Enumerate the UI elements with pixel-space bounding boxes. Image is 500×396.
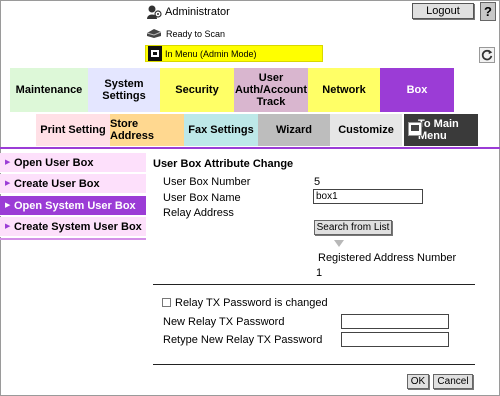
to-main-menu-button[interactable]: To Main Menu <box>404 114 478 146</box>
tab-user-auth-account-track[interactable]: User Auth/Account Track <box>234 68 308 112</box>
mode-text: In Menu (Admin Mode) <box>165 49 257 59</box>
sidebar-item-open-user-box[interactable]: ▶ Open User Box <box>0 153 146 173</box>
ok-button[interactable]: OK <box>407 374 429 389</box>
relay-pw-changed-label: Relay TX Password is changed <box>175 297 328 309</box>
help-button[interactable]: ? <box>480 2 496 21</box>
arrow-down-icon <box>334 240 344 247</box>
retype-relay-pw-input[interactable] <box>341 332 449 347</box>
registered-address-value: 1 <box>316 267 323 279</box>
tab-maintenance[interactable]: Maintenance <box>10 68 88 112</box>
sidebar-item-label: Open System User Box <box>14 200 136 212</box>
arrow-right-icon: ▶ <box>5 202 11 209</box>
new-relay-pw-input[interactable] <box>341 314 449 329</box>
divider <box>153 284 475 285</box>
sidebar-divider <box>0 238 146 240</box>
sidebar-item-create-system-user-box[interactable]: ▶ Create System User Box <box>0 217 146 237</box>
cancel-button[interactable]: Cancel <box>433 374 473 389</box>
logout-button[interactable]: Logout <box>412 3 474 19</box>
subtab-fax-settings[interactable]: Fax Settings <box>184 114 258 146</box>
tab-system-settings[interactable]: System Settings <box>88 68 160 112</box>
arrow-right-icon: ▶ <box>5 223 11 230</box>
box-number-value: 5 <box>314 176 321 188</box>
search-from-list-button[interactable]: Search from List <box>314 220 392 235</box>
box-name-input[interactable]: box1 <box>313 189 423 204</box>
box-number-label: User Box Number <box>163 176 251 188</box>
sidebar-item-label: Create User Box <box>14 178 100 190</box>
subtab-print-setting[interactable]: Print Setting <box>36 114 110 146</box>
administrator-icon <box>147 5 162 19</box>
arrow-right-icon: ▶ <box>5 180 11 187</box>
subtab-store-address[interactable]: Store Address <box>110 114 184 146</box>
relay-pw-changed-checkbox[interactable] <box>162 298 171 307</box>
scanner-icon <box>146 29 162 38</box>
sidebar-item-create-user-box[interactable]: ▶ Create User Box <box>0 174 146 194</box>
user-label: Administrator <box>165 6 230 18</box>
main-menu-icon <box>408 122 422 136</box>
admin-mode-icon <box>148 46 162 61</box>
tab-box[interactable]: Box <box>380 68 454 112</box>
tab-network[interactable]: Network <box>308 68 380 112</box>
divider <box>153 364 475 365</box>
page-title: User Box Attribute Change <box>153 158 294 170</box>
sidebar-item-label: Open User Box <box>14 157 94 169</box>
subtab-customize[interactable]: Customize <box>330 114 402 146</box>
box-name-label: User Box Name <box>163 192 241 204</box>
tab-underline <box>0 147 500 149</box>
arrow-right-icon: ▶ <box>5 159 11 166</box>
new-relay-pw-label: New Relay TX Password <box>163 316 285 328</box>
relay-address-label: Relay Address <box>163 207 234 219</box>
to-main-menu-label: To Main Menu <box>418 118 459 142</box>
tab-security[interactable]: Security <box>160 68 234 112</box>
refresh-icon[interactable] <box>479 47 495 63</box>
registered-address-label: Registered Address Number <box>318 252 457 264</box>
retype-relay-pw-label: Retype New Relay TX Password <box>163 334 323 346</box>
sidebar-item-open-system-user-box[interactable]: ▶ Open System User Box <box>0 196 146 216</box>
sidebar-item-label: Create System User Box <box>14 221 142 233</box>
status-text: Ready to Scan <box>166 29 226 39</box>
subtab-wizard[interactable]: Wizard <box>258 114 330 146</box>
